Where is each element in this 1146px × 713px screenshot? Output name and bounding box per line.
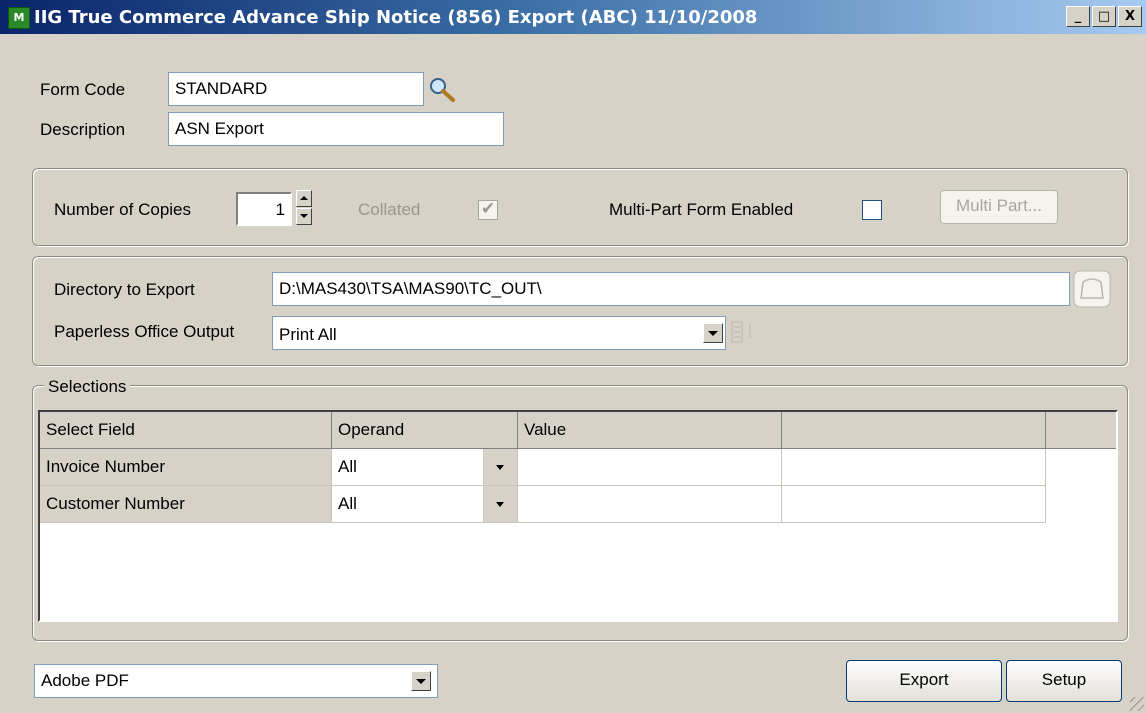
resize-grip-icon[interactable] <box>1130 697 1144 711</box>
minimize-button[interactable]: _ <box>1066 6 1090 27</box>
column-header-value[interactable]: Value <box>518 412 782 449</box>
directory-label: Directory to Export <box>54 280 195 299</box>
directory-field[interactable]: D:\MAS430\TSA\MAS90\TC_OUT\ <box>272 272 1070 306</box>
paperless-label: Paperless Office Output <box>54 322 235 341</box>
browse-folder-icon[interactable] <box>1073 270 1111 308</box>
column-header-select-field[interactable]: Select Field <box>40 412 332 449</box>
paperless-select[interactable]: Print All <box>272 316 726 350</box>
select-field-cell: Invoice Number <box>40 449 332 486</box>
description-field[interactable]: ASN Export <box>168 112 504 146</box>
chevron-down-icon <box>496 502 504 507</box>
multipart-button[interactable]: Multi Part... <box>940 190 1058 224</box>
grid-header-row: Select Field Operand Value <box>40 412 1116 449</box>
selections-label: Selections <box>44 377 131 397</box>
collated-label: Collated <box>358 200 421 219</box>
dialog-window: M IIG True Commerce Advance Ship Notice … <box>0 0 1146 713</box>
chevron-down-icon <box>496 465 504 470</box>
printer-dropdown-arrow-icon[interactable] <box>411 671 431 691</box>
multipart-label: Multi-Part Form Enabled <box>609 200 794 219</box>
close-button[interactable]: X <box>1118 6 1142 27</box>
title-bar[interactable]: M IIG True Commerce Advance Ship Notice … <box>0 0 1146 34</box>
window-controls: _ □ X <box>1064 6 1142 28</box>
setup-button[interactable]: Setup <box>1006 660 1122 702</box>
select-field-cell: Customer Number <box>40 486 332 523</box>
export-button[interactable]: Export <box>846 660 1002 702</box>
collated-checkbox[interactable]: ✔ <box>478 199 498 220</box>
extra-cell[interactable] <box>782 486 1046 523</box>
copies-label: Number of Copies <box>54 200 192 219</box>
multipart-checkbox[interactable] <box>862 200 882 220</box>
checkmark-icon: ✔ <box>481 199 496 218</box>
app-icon[interactable]: M <box>8 7 30 29</box>
operand-cell[interactable]: All <box>332 449 484 486</box>
table-row[interactable]: Customer Number All <box>40 486 1046 523</box>
lookup-magnifier-icon[interactable] <box>428 76 458 104</box>
column-header-extra[interactable] <box>782 412 1046 449</box>
extra-cell[interactable] <box>782 449 1046 486</box>
value-cell[interactable] <box>518 449 782 486</box>
printer-select[interactable]: Adobe PDF <box>34 664 438 698</box>
paperless-dropdown-arrow-icon[interactable] <box>703 323 723 343</box>
copies-spin-up-icon[interactable] <box>296 190 312 207</box>
window-title: IIG True Commerce Advance Ship Notice (8… <box>34 7 758 28</box>
form-code-label: Form Code <box>40 80 126 99</box>
form-code-field[interactable]: STANDARD <box>168 72 424 106</box>
column-header-filler <box>1046 412 1116 449</box>
column-header-operand[interactable]: Operand <box>332 412 518 449</box>
operand-dropdown-button[interactable] <box>484 449 518 486</box>
value-cell[interactable] <box>518 486 782 523</box>
operand-cell[interactable]: All <box>332 486 484 523</box>
copies-spin-down-icon[interactable] <box>296 208 312 225</box>
copies-field[interactable]: 1 <box>236 192 292 226</box>
maximize-button[interactable]: □ <box>1092 6 1116 27</box>
operand-dropdown-button[interactable] <box>484 486 518 523</box>
table-row[interactable]: Invoice Number All <box>40 449 1046 486</box>
selections-grid[interactable]: Select Field Operand Value Invoice Numbe… <box>38 410 1118 622</box>
description-label: Description <box>40 120 126 139</box>
paperless-options-icon[interactable] <box>730 320 760 344</box>
